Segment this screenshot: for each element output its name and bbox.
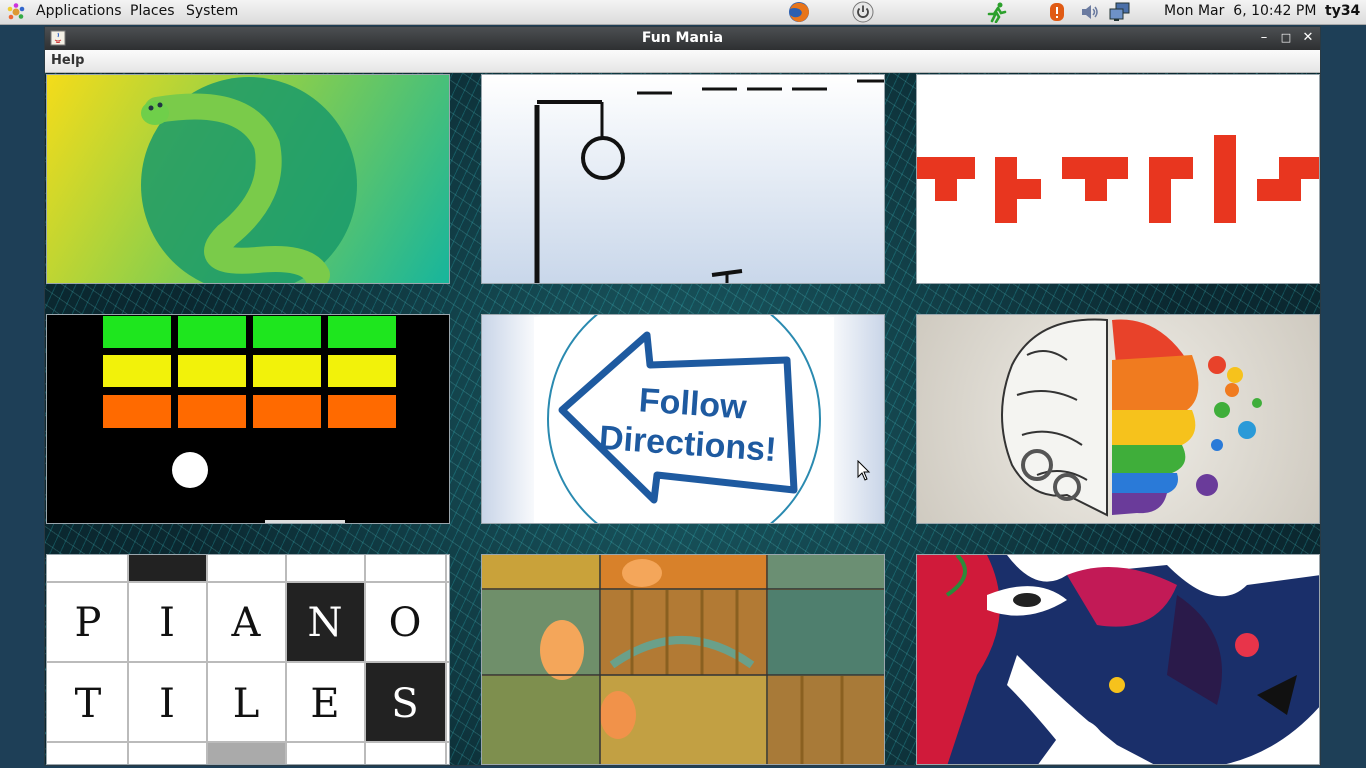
piano-letter: O bbox=[389, 600, 422, 646]
piano-letter: S bbox=[391, 681, 418, 727]
window-titlebar[interactable]: Fun Mania – □ ✕ bbox=[45, 27, 1320, 50]
maximize-icon[interactable]: □ bbox=[1278, 30, 1294, 46]
piano-letter: T bbox=[75, 681, 102, 727]
network-icon[interactable] bbox=[1108, 1, 1130, 23]
power-icon[interactable] bbox=[852, 1, 874, 23]
piano-letter: I bbox=[159, 681, 175, 727]
piano-letter: P bbox=[75, 600, 102, 646]
close-icon[interactable]: ✕ bbox=[1300, 30, 1316, 46]
applications-menu[interactable]: Applications bbox=[36, 3, 122, 20]
menu-bar: Help bbox=[45, 50, 1320, 73]
piano-letter: E bbox=[310, 681, 339, 727]
alert-icon[interactable] bbox=[1046, 1, 1068, 23]
window-title: Fun Mania bbox=[641, 30, 724, 46]
piano-letter: A bbox=[231, 600, 262, 646]
game-grid: Follow Directions! P I A N O T I L E S bbox=[45, 73, 1320, 765]
hangman-game-tile[interactable] bbox=[481, 74, 885, 284]
run-icon[interactable] bbox=[986, 1, 1008, 24]
volume-icon[interactable] bbox=[1079, 1, 1101, 23]
piano-letter: I bbox=[159, 600, 175, 646]
sliding-puzzle-game-tile[interactable] bbox=[481, 554, 885, 765]
places-menu[interactable]: Places bbox=[130, 3, 175, 20]
follow-text-line1: Follow bbox=[638, 381, 749, 426]
panel-clock[interactable]: Mon Mar 6, 10:42 PM bbox=[1164, 3, 1316, 20]
app-window: Fun Mania – □ ✕ Help Follow Directions! … bbox=[44, 26, 1321, 766]
help-menu[interactable]: Help bbox=[51, 53, 84, 68]
top-panel: Applications Places System Mon Mar 6, 10… bbox=[0, 0, 1366, 25]
piano-tiles-game-tile[interactable]: P I A N O T I L E S bbox=[46, 554, 450, 765]
breakout-game-tile[interactable] bbox=[46, 314, 450, 524]
snake-game-tile[interactable] bbox=[46, 74, 450, 284]
piano-letter: N bbox=[308, 600, 343, 646]
mouse-pointer-icon bbox=[857, 459, 871, 482]
gnome-foot-icon[interactable] bbox=[6, 2, 26, 22]
firefox-icon[interactable] bbox=[787, 1, 809, 23]
minimize-icon[interactable]: – bbox=[1256, 30, 1272, 46]
art-puzzle-tile[interactable] bbox=[916, 554, 1320, 765]
follow-directions-tile[interactable]: Follow Directions! bbox=[481, 314, 885, 524]
brain-game-tile[interactable] bbox=[916, 314, 1320, 524]
panel-user[interactable]: ty34 bbox=[1325, 3, 1360, 20]
tetris-game-tile[interactable] bbox=[916, 74, 1320, 284]
system-menu[interactable]: System bbox=[186, 3, 238, 20]
piano-letter: L bbox=[233, 681, 260, 727]
